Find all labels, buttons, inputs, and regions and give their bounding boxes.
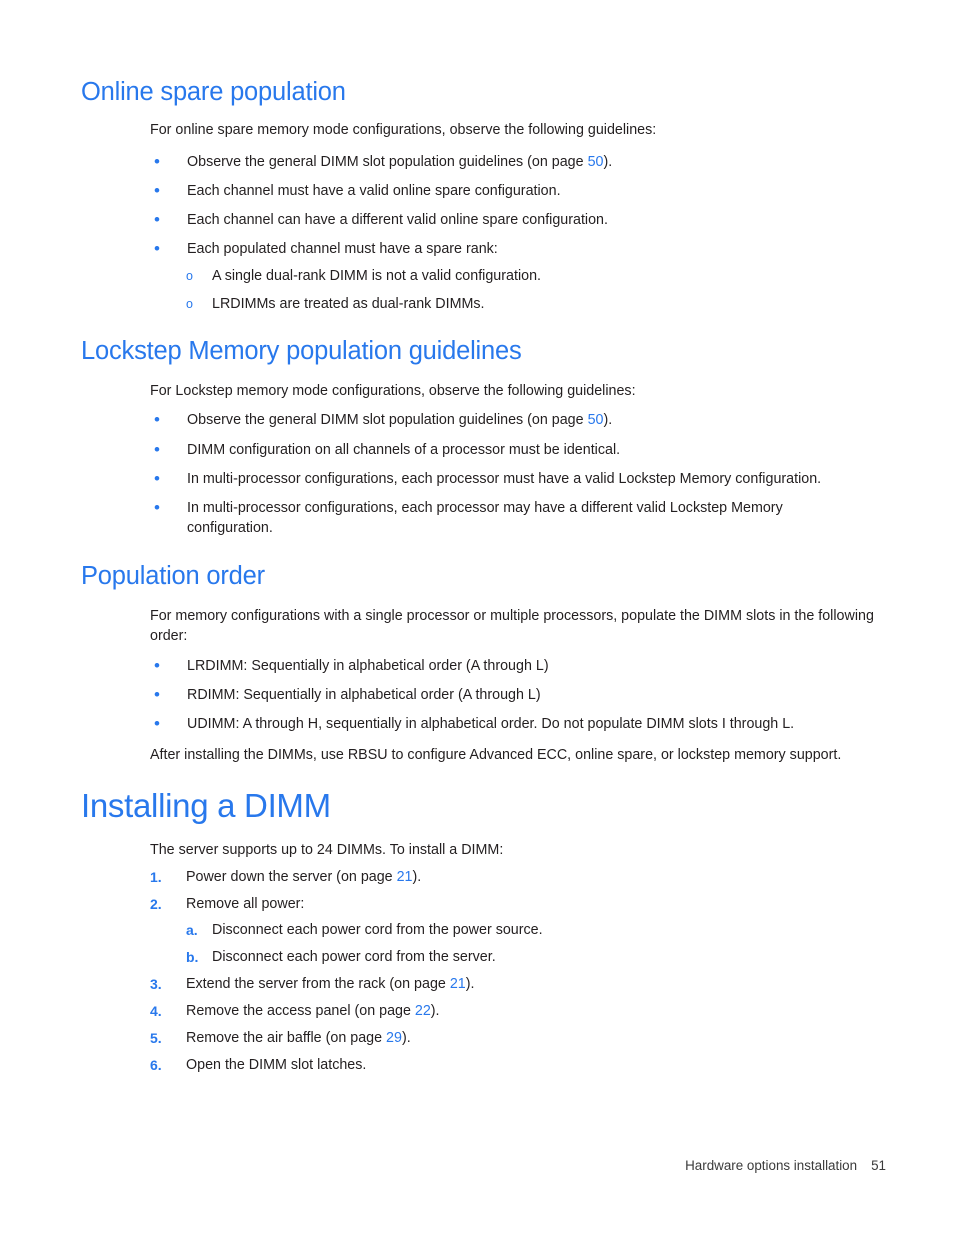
- step-item: 2. Remove all power:: [150, 894, 885, 914]
- step-item: 4. Remove the access panel (on page 22).: [150, 1001, 885, 1021]
- step-text-post: ).: [412, 869, 422, 885]
- step-text: Remove the air baffle (on page 29).: [186, 1028, 885, 1048]
- sub-list-item: o A single dual-rank DIMM is not a valid…: [150, 266, 870, 286]
- paragraph-lockstep-intro: For Lockstep memory mode configurations,…: [150, 383, 636, 399]
- list-item: • Each channel can have a different vali…: [150, 210, 885, 230]
- step-text-post: ).: [465, 976, 475, 992]
- step-text-pre: Remove the air baffle (on page: [186, 1030, 387, 1046]
- step-item: 6. Open the DIMM slot latches.: [150, 1055, 885, 1075]
- page-link[interactable]: 21: [397, 869, 413, 885]
- page-link[interactable]: 29: [386, 1030, 402, 1046]
- list-item: • Observe the general DIMM slot populati…: [150, 152, 885, 172]
- bullet-dot-icon: •: [154, 440, 160, 459]
- list-item-text-pre: Observe the general DIMM slot population…: [187, 154, 588, 170]
- list-item: • UDIMM: A through H, sequentially in al…: [150, 714, 885, 734]
- list-item-text: RDIMM: Sequentially in alphabetical orde…: [187, 687, 541, 703]
- footer-page-number: 51: [871, 1158, 886, 1173]
- step-item: 5. Remove the air baffle (on page 29).: [150, 1028, 885, 1048]
- heading-online-spare-population: Online spare population: [81, 78, 346, 106]
- sub-step-text: Disconnect each power cord from the powe…: [212, 922, 543, 938]
- list-item: • In multi-processor configurations, eac…: [150, 469, 885, 489]
- step-text: Extend the server from the rack (on page…: [186, 974, 885, 994]
- page-link[interactable]: 50: [588, 154, 604, 170]
- paragraph-population-order-outro: After installing the DIMMs, use RBSU to …: [150, 747, 842, 763]
- list-item-text: In multi-processor configurations, each …: [187, 500, 783, 536]
- sub-step-item: a. Disconnect each power cord from the p…: [150, 920, 870, 940]
- list-item-text: Observe the general DIMM slot population…: [187, 152, 885, 172]
- step-text-post: ).: [430, 1003, 440, 1019]
- bullet-dot-icon: •: [154, 656, 160, 675]
- step-text: Open the DIMM slot latches.: [186, 1057, 367, 1073]
- sub-step-letter: b.: [186, 949, 199, 965]
- step-item: 3. Extend the server from the rack (on p…: [150, 974, 885, 994]
- bullet-dot-icon: •: [154, 152, 160, 171]
- sub-list-item-text: A single dual-rank DIMM is not a valid c…: [212, 268, 541, 284]
- list-item-text: Each populated channel must have a spare…: [187, 241, 498, 257]
- list-item-text: LRDIMM: Sequentially in alphabetical ord…: [187, 658, 549, 674]
- bullet-dot-icon: •: [154, 210, 160, 229]
- list-item-text: UDIMM: A through H, sequentially in alph…: [187, 716, 795, 732]
- list-item: • RDIMM: Sequentially in alphabetical or…: [150, 685, 885, 705]
- step-text-pre: Extend the server from the rack (on page: [186, 976, 450, 992]
- bullet-dot-icon: •: [154, 469, 160, 488]
- bullet-dot-icon: •: [154, 498, 160, 517]
- list-item: • LRDIMM: Sequentially in alphabetical o…: [150, 656, 885, 676]
- bullet-dot-icon: •: [154, 410, 160, 429]
- bullet-dot-icon: •: [154, 714, 160, 733]
- heading-population-order: Population order: [81, 562, 265, 590]
- step-number: 6.: [150, 1057, 162, 1073]
- list-item-text: Observe the general DIMM slot population…: [187, 410, 885, 430]
- paragraph-installing-a-dimm-intro: The server supports up to 24 DIMMs. To i…: [150, 842, 504, 858]
- step-text: Remove the access panel (on page 22).: [186, 1001, 885, 1021]
- bullet-dot-icon: •: [154, 181, 160, 200]
- footer-section-name: Hardware options installation: [685, 1158, 858, 1173]
- sub-step-letter: a.: [186, 922, 198, 938]
- list-item-text: DIMM configuration on all channels of a …: [187, 442, 621, 458]
- step-text-pre: Remove the access panel (on page: [186, 1003, 415, 1019]
- step-text-pre: Power down the server (on page: [186, 869, 397, 885]
- bullet-dot-icon: •: [154, 239, 160, 258]
- step-item: 1. Power down the server (on page 21).: [150, 867, 885, 887]
- list-item-text: Each channel must have a valid online sp…: [187, 183, 561, 199]
- paragraph-population-order-intro: For memory configurations with a single …: [150, 608, 874, 644]
- list-item: • In multi-processor configurations, eac…: [150, 498, 850, 538]
- list-item-text: In multi-processor configurations, each …: [187, 471, 822, 487]
- step-number: 4.: [150, 1003, 162, 1019]
- list-item-text-pre: Observe the general DIMM slot population…: [187, 412, 588, 428]
- step-text: Remove all power:: [186, 896, 305, 912]
- page-link[interactable]: 22: [415, 1003, 431, 1019]
- list-item: • DIMM configuration on all channels of …: [150, 440, 885, 460]
- sub-list-item: o LRDIMMs are treated as dual-rank DIMMs…: [150, 294, 870, 314]
- page-link[interactable]: 21: [450, 976, 466, 992]
- sub-bullet-circle-icon: o: [186, 297, 193, 311]
- list-item: • Observe the general DIMM slot populati…: [150, 410, 885, 430]
- heading-lockstep-memory-population-guidelines: Lockstep Memory population guidelines: [81, 337, 522, 365]
- sub-step-text: Disconnect each power cord from the serv…: [212, 949, 496, 965]
- list-item: • Each channel must have a valid online …: [150, 181, 885, 201]
- page-footer: Hardware options installation 51: [0, 1158, 886, 1173]
- step-number: 1.: [150, 869, 162, 885]
- sub-list-item-text: LRDIMMs are treated as dual-rank DIMMs.: [212, 296, 485, 312]
- heading-installing-a-dimm: Installing a DIMM: [81, 787, 331, 824]
- sub-bullet-circle-icon: o: [186, 269, 193, 283]
- list-item-text: Each channel can have a different valid …: [187, 212, 608, 228]
- list-item-text-post: ).: [603, 154, 613, 170]
- paragraph-online-spare-intro: For online spare memory mode configurati…: [150, 122, 657, 138]
- step-number: 5.: [150, 1030, 162, 1046]
- bullet-dot-icon: •: [154, 685, 160, 704]
- step-text-post: ).: [401, 1030, 411, 1046]
- step-number: 2.: [150, 896, 162, 912]
- document-page: Online spare population For online spare…: [0, 0, 954, 1235]
- list-item: • Each populated channel must have a spa…: [150, 239, 885, 259]
- list-item-text-post: ).: [603, 412, 613, 428]
- step-number: 3.: [150, 976, 162, 992]
- page-link[interactable]: 50: [588, 412, 604, 428]
- sub-step-item: b. Disconnect each power cord from the s…: [150, 947, 870, 967]
- step-text: Power down the server (on page 21).: [186, 867, 885, 887]
